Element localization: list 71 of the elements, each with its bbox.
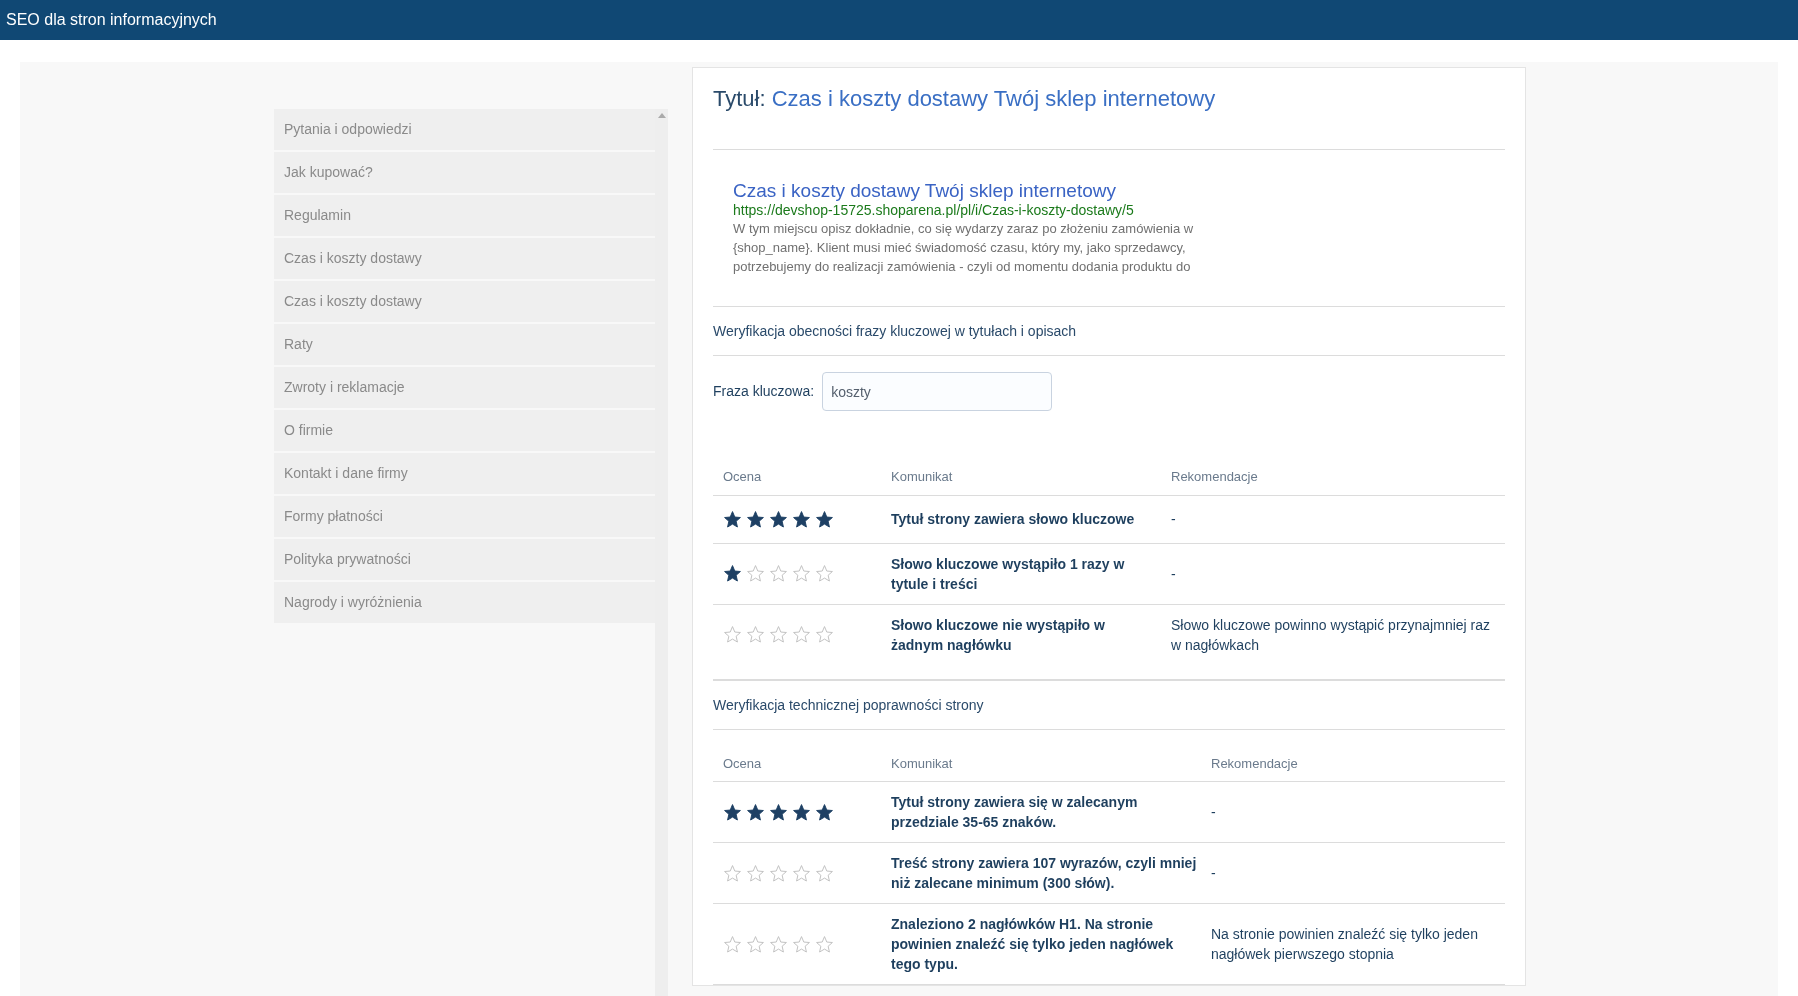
sidebar-item[interactable]: Formy płatności bbox=[274, 496, 655, 537]
rating-message: Tytuł strony zawiera słowo kluczowe bbox=[891, 510, 1136, 529]
empty-star-icon bbox=[815, 863, 834, 883]
app-title: SEO dla stron informacyjnych bbox=[6, 10, 217, 30]
rating-message: Słowo kluczowe wystąpiło 1 razy w tytule i treści bbox=[891, 554, 1126, 594]
filled-star-icon bbox=[723, 802, 742, 822]
rating-message: Słowo kluczowe nie wystąpiło w żadnym nagłówku bbox=[891, 615, 1106, 655]
recommendation-text: Słowo kluczowe powinno wystąpić przynajmniej raz w nagłówkach bbox=[1171, 615, 1492, 655]
empty-star-icon bbox=[723, 625, 742, 644]
sidebar-item[interactable]: Nagrody i wyróżnienia bbox=[274, 582, 655, 623]
keyword-input[interactable]: koszty bbox=[822, 372, 1053, 411]
title-label: Tytuł: bbox=[713, 86, 766, 111]
filled-star-icon bbox=[792, 802, 811, 822]
filled-star-icon bbox=[769, 802, 788, 822]
sidebar-item[interactable]: Jak kupować? bbox=[274, 152, 655, 193]
filled-star-icon bbox=[723, 509, 742, 529]
rating-message: Znaleziono 2 nagłówków H1. Na stronie powinien znaleźć się tylko jeden nagłówek tego typu. bbox=[891, 915, 1175, 974]
column-header: Ocena bbox=[723, 754, 763, 773]
filled-star-icon bbox=[723, 564, 742, 583]
sidebar-item[interactable]: O firmie bbox=[274, 410, 655, 451]
empty-star-icon bbox=[746, 863, 765, 883]
sidebar-item[interactable]: Zwroty i reklamacje bbox=[274, 367, 655, 408]
empty-star-icon bbox=[746, 934, 765, 954]
recommendation-text: - bbox=[1171, 564, 1177, 584]
sidebar-item[interactable]: Czas i koszty dostawy bbox=[274, 238, 655, 279]
empty-star-icon bbox=[792, 863, 811, 883]
page-title: Czas i koszty dostawy Twój sklep internetowy bbox=[771, 86, 1216, 111]
empty-star-icon bbox=[769, 863, 788, 883]
sidebar-item[interactable]: Raty bbox=[274, 324, 655, 365]
sidebar-item[interactable]: Regulamin bbox=[274, 195, 655, 236]
recommendation-text: - bbox=[1171, 510, 1177, 529]
empty-star-icon bbox=[815, 564, 834, 583]
empty-star-icon bbox=[792, 564, 811, 583]
column-header: Rekomendacje bbox=[1211, 754, 1299, 773]
column-header: Komunikat bbox=[891, 754, 954, 773]
empty-star-icon bbox=[746, 625, 765, 644]
sidebar-item[interactable]: Pytania i odpowiedzi bbox=[274, 109, 655, 150]
rating-message: Treść strony zawiera 107 wyrazów, czyli mniej niż zalecane minimum (300 słów). bbox=[891, 854, 1198, 893]
column-header: Komunikat bbox=[891, 468, 954, 486]
column-header: Ocena bbox=[723, 468, 763, 486]
filled-star-icon bbox=[815, 509, 834, 529]
snippet-description: W tym miejscu opisz dokładnie, co się wydarzy zaraz po złożeniu zamówienia w {shop_name}. Klient musi mieć świadomość czasu, który my, jako sprzedawcy, potrzebujemy do realizacji zamówienia - czyli od momentu dodania produktu do bbox=[733, 220, 1195, 276]
empty-star-icon bbox=[792, 934, 811, 954]
filled-star-icon bbox=[815, 802, 834, 822]
scroll-up-arrow-icon[interactable] bbox=[657, 113, 666, 118]
section-heading: Weryfikacja technicznej poprawności strony bbox=[713, 696, 984, 713]
column-header: Rekomendacje bbox=[1171, 468, 1259, 486]
empty-star-icon bbox=[792, 625, 811, 644]
snippet-url: https://devshop-15725.shoparena.pl/pl/i/Czas-i-koszty-dostawy/5 bbox=[733, 202, 1135, 219]
filled-star-icon bbox=[769, 509, 788, 529]
filled-star-icon bbox=[792, 509, 811, 529]
empty-star-icon bbox=[723, 934, 742, 954]
empty-star-icon bbox=[746, 564, 765, 583]
sidebar-item[interactable]: Czas i koszty dostawy bbox=[274, 281, 655, 322]
empty-star-icon bbox=[769, 625, 788, 644]
sidebar-item[interactable]: Polityka prywatności bbox=[274, 539, 655, 580]
recommendation-text: Na stronie powinien znaleźć się tylko jeden nagłówek pierwszego stopnia bbox=[1211, 925, 1479, 964]
filled-star-icon bbox=[746, 802, 765, 822]
rating-message: Tytuł strony zawiera się w zalecanym przedziale 35-65 znaków. bbox=[891, 793, 1139, 832]
recommendation-text: - bbox=[1211, 864, 1217, 883]
sidebar-item[interactable]: Kontakt i dane firmy bbox=[274, 453, 655, 494]
empty-star-icon bbox=[723, 863, 742, 883]
filled-star-icon bbox=[746, 509, 765, 529]
keyword-label: Fraza kluczowa: bbox=[713, 382, 815, 401]
recommendation-text: - bbox=[1211, 803, 1217, 822]
empty-star-icon bbox=[769, 934, 788, 954]
snippet-title[interactable]: Czas i koszty dostawy Twój sklep internetowy bbox=[733, 180, 1505, 202]
section-heading: Weryfikacja obecności frazy kluczowej w tytułach i opisach bbox=[713, 323, 1077, 339]
empty-star-icon bbox=[815, 625, 834, 644]
empty-star-icon bbox=[815, 934, 834, 954]
empty-star-icon bbox=[769, 564, 788, 583]
